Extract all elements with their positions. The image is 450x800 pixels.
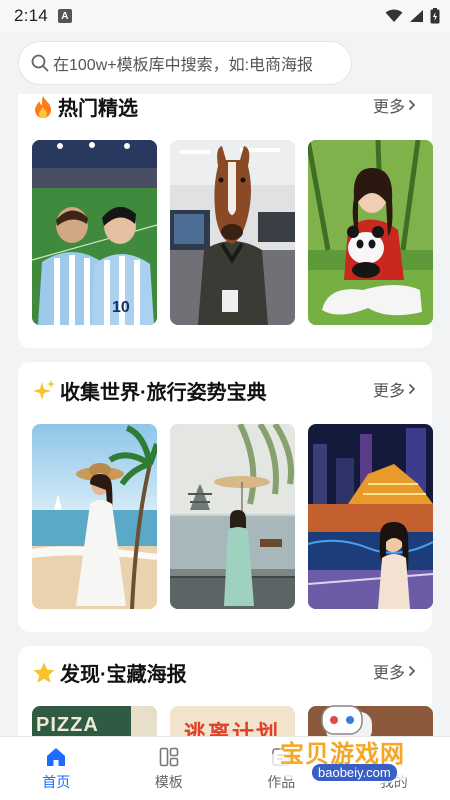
search-icon: [31, 54, 49, 72]
home-icon: [47, 747, 66, 766]
section-travel-poses: 收集世界·旅行姿势宝典 更多: [18, 362, 433, 632]
more-button[interactable]: 更多: [373, 377, 416, 401]
chevron-right-icon: [408, 99, 416, 111]
section-title: 热门精选: [32, 92, 138, 121]
tab-templates[interactable]: 模板: [113, 737, 226, 800]
search-input[interactable]: 在100w+模板库中搜索，如:电商海报: [19, 42, 351, 84]
template-icon: [159, 747, 179, 766]
template-thumb-office[interactable]: [170, 140, 295, 325]
status-time: 2:14: [14, 6, 48, 25]
star-icon: [32, 661, 56, 685]
chevron-right-icon: [408, 383, 416, 395]
poster-text: PIZZA: [36, 714, 99, 736]
fire-icon: [32, 95, 54, 119]
svg-text:10: 10: [112, 299, 130, 316]
works-icon: [272, 747, 291, 766]
more-button[interactable]: 更多: [373, 93, 416, 117]
section-hot-picks: 热门精选 更多 10: [18, 60, 433, 348]
section-title: 发现·宝藏海报: [32, 658, 187, 687]
search-area: 在100w+模板库中搜索，如:电商海报: [0, 36, 450, 94]
chevron-right-icon: [408, 665, 416, 677]
template-thumb-lake[interactable]: [170, 424, 295, 609]
template-thumb-panda[interactable]: [308, 140, 433, 325]
template-thumb-night-city[interactable]: [308, 424, 433, 609]
template-thumb-football[interactable]: 10: [32, 140, 157, 325]
battery-icon: [430, 8, 440, 24]
bottom-tab-bar: 首页 模板 作品 我的: [0, 736, 450, 800]
template-thumb-beach[interactable]: [32, 424, 157, 609]
tab-home[interactable]: 首页: [0, 737, 113, 800]
sparkle-icon: [32, 379, 56, 403]
search-placeholder: 在100w+模板库中搜索，如:电商海报: [53, 57, 314, 74]
status-bar: 2:14 A: [0, 0, 450, 32]
section-title: 收集世界·旅行姿势宝典: [32, 376, 267, 405]
wifi-icon: [385, 9, 403, 22]
tab-profile[interactable]: 我的: [338, 737, 450, 800]
signal-icon: [410, 10, 423, 22]
profile-icon: [384, 747, 403, 766]
more-button[interactable]: 更多: [373, 659, 416, 683]
tab-works[interactable]: 作品: [225, 737, 338, 800]
notification-icon: A: [57, 9, 72, 23]
